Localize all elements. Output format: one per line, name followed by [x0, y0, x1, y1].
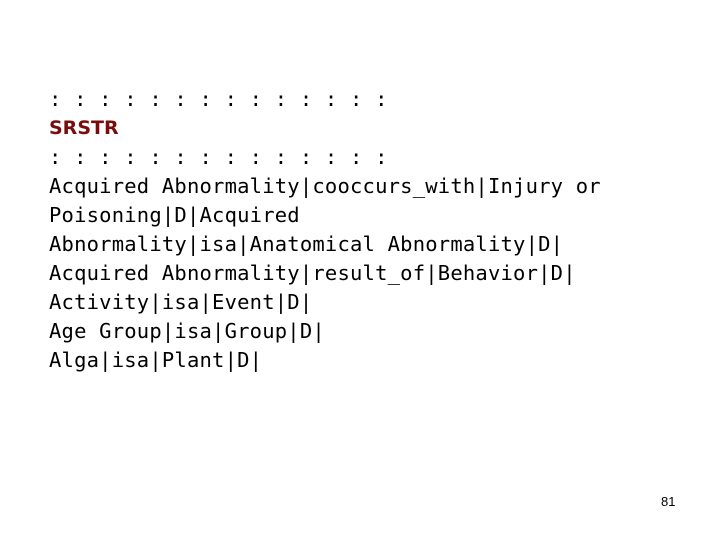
separator-bottom: : : : : : : : : : : : : : :	[49, 145, 388, 169]
slide-heading: SRSTR	[49, 117, 119, 139]
record-line: Activity|isa|Event|D|	[49, 290, 313, 314]
record-line: Poisoning|D|Acquired	[49, 203, 300, 227]
record-line: Abnormality|isa|Anatomical Abnormality|D…	[49, 232, 564, 256]
record-line: Acquired Abnormality|result_of|Behavior|…	[49, 261, 576, 285]
slide-content: : : : : : : : : : : : : : : SRSTR : : : …	[49, 85, 601, 375]
record-line: Acquired Abnormality|cooccurs_with|Injur…	[49, 174, 601, 198]
separator-top: : : : : : : : : : : : : : :	[49, 87, 388, 111]
record-line: Age Group|isa|Group|D|	[49, 319, 325, 343]
record-line: Alga|isa|Plant|D|	[49, 348, 263, 372]
page-number: 81	[661, 494, 676, 509]
